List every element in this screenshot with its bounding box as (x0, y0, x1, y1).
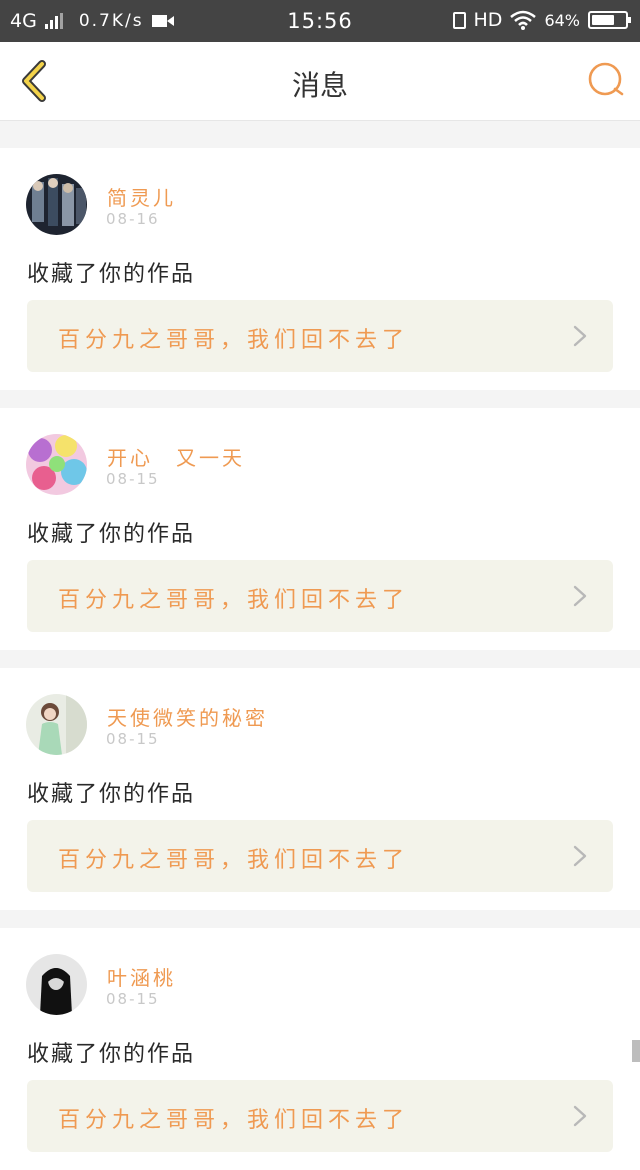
username[interactable]: 天使微笑的秘密 (107, 702, 268, 731)
chevron-right-icon (573, 1105, 587, 1127)
message-card: 叶涵桃 08-15 收藏了你的作品 百分九之哥哥，我们回不去了 (0, 928, 640, 1170)
username[interactable]: 叶涵桃 (107, 962, 176, 991)
chevron-right-icon (573, 325, 587, 347)
work-link[interactable]: 百分九之哥哥，我们回不去了 (27, 560, 613, 632)
username[interactable]: 简灵儿 (107, 182, 176, 211)
work-link[interactable]: 百分九之哥哥，我们回不去了 (27, 300, 613, 372)
work-title: 百分九之哥哥，我们回不去了 (58, 328, 410, 353)
action-text: 收藏了你的作品 (27, 1042, 196, 1067)
status-right: HD 64% (452, 9, 631, 31)
avatar[interactable] (26, 954, 87, 1015)
message-card: 开心 又一天 08-15 收藏了你的作品 百分九之哥哥，我们回不去了 (0, 408, 640, 650)
top-nav-bar: 消息 (0, 42, 640, 121)
message-card: 天使微笑的秘密 08-15 收藏了你的作品 百分九之哥哥，我们回不去了 (0, 668, 640, 910)
battery-icon (588, 11, 631, 29)
hd-label: HD (473, 9, 503, 31)
sim-icon (452, 11, 466, 29)
work-title: 百分九之哥哥，我们回不去了 (58, 1108, 410, 1133)
message-date: 08-15 (106, 990, 160, 1008)
work-title: 百分九之哥哥，我们回不去了 (58, 588, 410, 613)
action-text: 收藏了你的作品 (27, 782, 196, 807)
search-icon[interactable] (586, 60, 626, 100)
message-card: 简灵儿 08-16 收藏了你的作品 百分九之哥哥，我们回不去了 (0, 148, 640, 390)
avatar[interactable] (26, 434, 87, 495)
action-text: 收藏了你的作品 (27, 522, 196, 547)
username[interactable]: 开心 又一天 (107, 442, 245, 471)
status-bar: 4G 0.7K/s 15:56 HD 64% (0, 0, 640, 42)
message-date: 08-16 (106, 210, 160, 228)
battery-percent: 64% (544, 10, 580, 30)
work-link[interactable]: 百分九之哥哥，我们回不去了 (27, 820, 613, 892)
scrollbar-thumb[interactable] (632, 1040, 640, 1062)
action-text: 收藏了你的作品 (27, 262, 196, 287)
wifi-icon (510, 10, 537, 30)
chevron-right-icon (573, 585, 587, 607)
page-title: 消息 (291, 69, 348, 102)
chevron-right-icon (573, 845, 587, 867)
message-date: 08-15 (106, 470, 160, 488)
message-date: 08-15 (106, 730, 160, 748)
work-title: 百分九之哥哥，我们回不去了 (58, 848, 410, 873)
work-link[interactable]: 百分九之哥哥，我们回不去了 (27, 1080, 613, 1152)
avatar[interactable] (26, 174, 87, 235)
avatar[interactable] (26, 694, 87, 755)
